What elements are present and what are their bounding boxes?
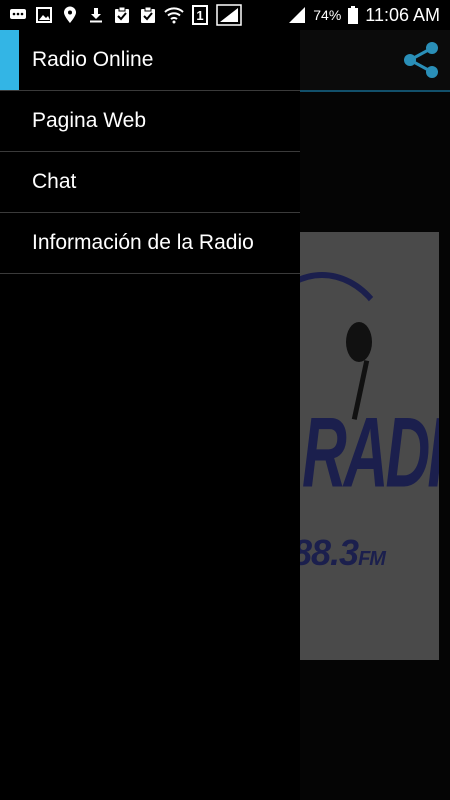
- drawer-item-label: Pagina Web: [32, 109, 147, 132]
- logo-frequency: 88.3FM: [292, 532, 386, 574]
- logo-frequency-number: 88.3: [292, 532, 359, 573]
- message-icon: [8, 5, 28, 25]
- clock: 11:06 AM: [365, 4, 440, 25]
- station-logo-image: RADIO 88.3FM: [286, 232, 439, 660]
- svg-text:1: 1: [196, 8, 203, 23]
- clipboard-check-icon: [138, 5, 158, 25]
- navigation-drawer: Radio Online Pagina Web Chat Información…: [0, 30, 300, 800]
- drawer-item-label: Radio Online: [32, 48, 154, 71]
- drawer-item-informacion[interactable]: Información de la Radio: [0, 213, 300, 274]
- share-button[interactable]: [400, 39, 442, 81]
- drawer-item-chat[interactable]: Chat: [0, 152, 300, 213]
- location-icon: [60, 5, 80, 25]
- signal-icon: [216, 4, 242, 26]
- system-status: 74% 11:06 AM: [287, 5, 450, 26]
- status-bar: 1 74% 11:06 AM: [0, 0, 450, 30]
- download-icon: [86, 5, 106, 25]
- logo-radio-text: RADIO: [302, 398, 439, 509]
- battery-percent: 74%: [313, 7, 342, 23]
- drawer-item-radio-online[interactable]: Radio Online: [0, 30, 300, 91]
- drawer-item-label: Información de la Radio: [32, 231, 254, 254]
- logo-fm: FM: [358, 548, 386, 570]
- signal-icon: [287, 5, 307, 25]
- drawer-item-label: Chat: [32, 170, 77, 193]
- notification-icons: 1: [0, 4, 242, 26]
- battery-icon: [347, 5, 359, 25]
- image-icon: [34, 5, 54, 25]
- sim-1-icon: 1: [190, 5, 210, 25]
- drawer-item-pagina-web[interactable]: Pagina Web: [0, 91, 300, 152]
- wifi-icon: [164, 5, 184, 25]
- share-icon: [404, 42, 438, 78]
- microphone-icon: [346, 322, 372, 362]
- clipboard-check-icon: [112, 5, 132, 25]
